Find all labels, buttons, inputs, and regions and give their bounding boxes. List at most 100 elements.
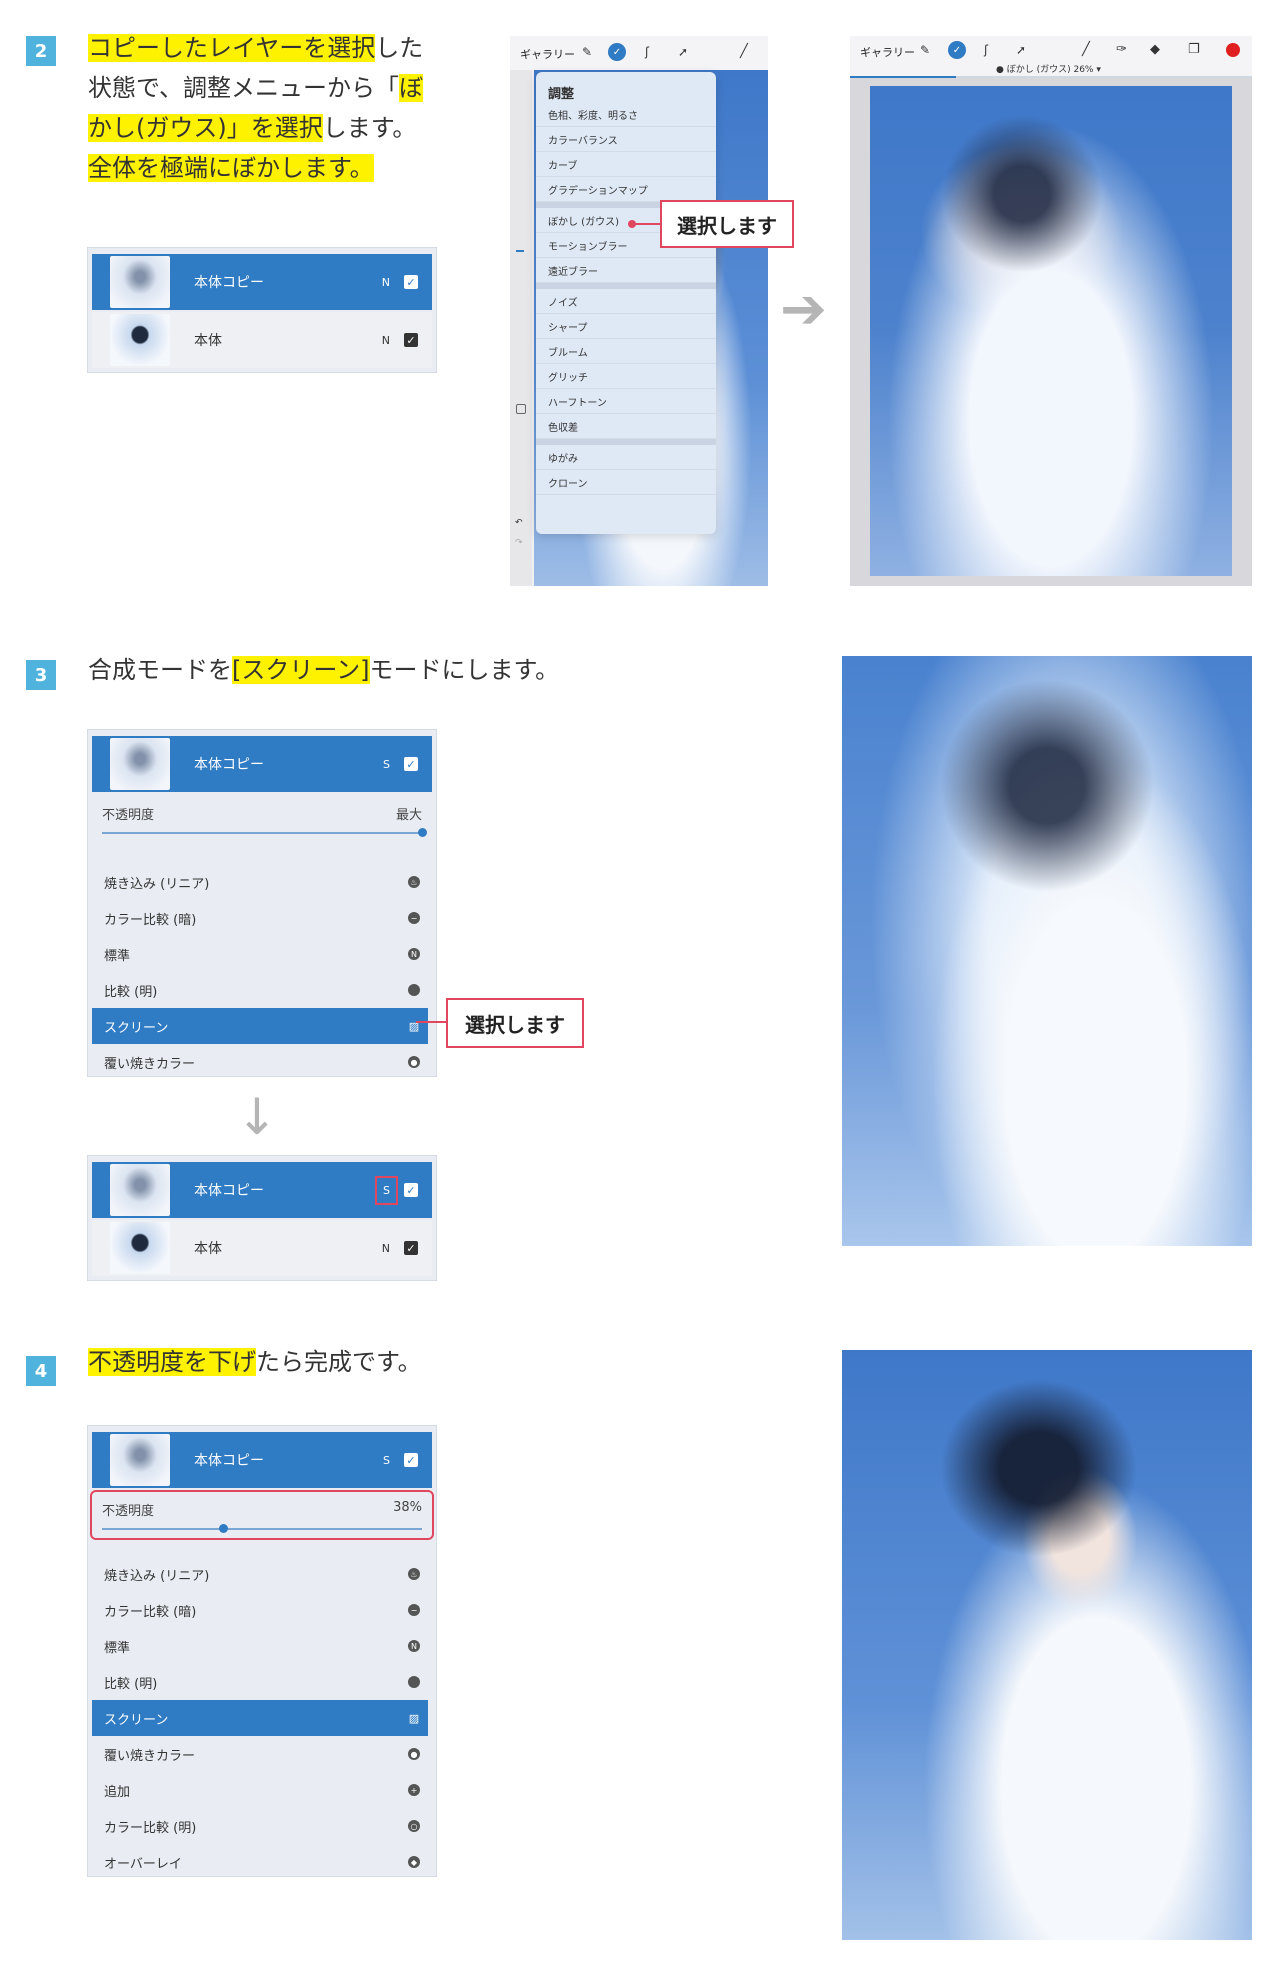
menu-item[interactable]: ハーフトーン xyxy=(536,389,716,414)
menu-item[interactable]: グリッチ xyxy=(536,364,716,389)
wrench-icon[interactable]: ✎ xyxy=(582,45,592,59)
gallery-link[interactable]: ギャラリー xyxy=(860,44,915,60)
blend-mode-item[interactable]: 焼き込み (リニア) ♨ xyxy=(92,1556,428,1592)
opacity-label: 不透明度 xyxy=(102,1504,155,1519)
blend-mode-indicator[interactable]: S xyxy=(383,1454,390,1467)
visibility-checkbox[interactable]: ✓ xyxy=(404,757,418,771)
menu-item[interactable]: グラデーションマップ xyxy=(536,177,716,202)
redo-icon[interactable]: ↷ xyxy=(515,538,523,548)
blend-mode-indicator[interactable]: N xyxy=(382,1242,390,1255)
visibility-checkbox[interactable]: ✓ xyxy=(404,1241,418,1255)
opacity-slider-knob[interactable] xyxy=(417,828,427,837)
menu-item[interactable]: 色収差 xyxy=(536,414,716,439)
menu-item[interactable]: ブルーム xyxy=(536,339,716,364)
visibility-checkbox[interactable]: ✓ xyxy=(404,275,418,289)
blend-mode-icon xyxy=(408,984,420,996)
blend-mode-icon: ◆ xyxy=(408,1856,420,1868)
menu-item[interactable]: カーブ xyxy=(536,152,716,177)
smudge-icon[interactable]: ✑ xyxy=(1116,42,1127,57)
blend-mode-indicator[interactable]: S xyxy=(383,758,390,771)
blend-mode-label: カラー比較 (暗) xyxy=(104,912,197,928)
adjust-icon[interactable]: ✓ xyxy=(948,41,966,59)
opacity-value: 38% xyxy=(393,1500,422,1515)
blend-mode-icon: − xyxy=(408,1604,420,1616)
menu-group-tools: ゆがみ クローン xyxy=(536,445,716,495)
layer-row-base[interactable]: 本体 N ✓ xyxy=(92,1220,432,1276)
blend-mode-label: カラー比較 (暗) xyxy=(104,1604,197,1620)
blend-mode-item[interactable]: 覆い焼きカラー ● xyxy=(92,1736,428,1772)
opacity-slider-track[interactable] xyxy=(102,832,422,834)
transform-icon[interactable]: ➚ xyxy=(1016,43,1026,57)
blend-mode-icon: − xyxy=(408,912,420,924)
visibility-checkbox[interactable]: ✓ xyxy=(404,333,418,347)
eraser-icon[interactable]: ◆ xyxy=(1150,42,1160,57)
blend-mode-item[interactable]: 標準 N xyxy=(92,936,428,972)
menu-item[interactable]: ノイズ xyxy=(536,289,716,314)
opacity-slider-knob[interactable] xyxy=(219,1524,229,1533)
blend-mode-item[interactable]: スクリーン ▨ xyxy=(92,1008,428,1044)
menu-item[interactable]: シャープ xyxy=(536,314,716,339)
layer-row-copy[interactable]: 本体コピー S ✓ xyxy=(92,736,432,792)
undo-icon[interactable]: ↶ xyxy=(515,518,523,528)
layer-name: 本体コピー xyxy=(194,275,264,291)
illustration-screen-mode xyxy=(842,656,1252,1246)
layer-row-copy[interactable]: 本体コピー S ✓ xyxy=(92,1162,432,1218)
step2-line2-highlight: ぼ xyxy=(399,74,424,102)
blend-mode-item[interactable]: オーバーレイ ◆ xyxy=(92,1844,428,1876)
menu-item[interactable]: カラーバランス xyxy=(536,127,716,152)
menu-item[interactable]: クローン xyxy=(536,470,716,495)
layer-thumbnail xyxy=(110,1164,170,1216)
blend-mode-item[interactable]: 比較 (明) xyxy=(92,1664,428,1700)
step-number-2: 2 xyxy=(26,36,56,66)
blur-slider-fill xyxy=(850,76,956,78)
layer-row-copy[interactable]: 本体コピー N ✓ xyxy=(92,254,432,310)
brush-icon[interactable]: ╱ xyxy=(1082,42,1090,57)
transform-icon[interactable]: ➚ xyxy=(678,45,688,59)
blend-mode-item[interactable]: 覆い焼きカラー ● xyxy=(92,1044,428,1076)
menu-item[interactable]: ゆがみ xyxy=(536,445,716,470)
blend-mode-indicator[interactable]: N xyxy=(382,334,390,347)
canvas-image[interactable] xyxy=(870,86,1232,576)
blend-mode-item[interactable]: カラー比較 (暗) − xyxy=(92,1592,428,1628)
app-screen-blurred: ギャラリー ✎ ✓ ʃ ➚ ╱ ✑ ◆ ❐ ● ぼかし (ガウス) 26% ▾ xyxy=(850,36,1252,586)
color-swatch[interactable] xyxy=(1226,43,1240,57)
blend-mode-item[interactable]: 標準 N xyxy=(92,1628,428,1664)
layer-name: 本体コピー xyxy=(194,1453,264,1469)
adjust-icon[interactable]: ✓ xyxy=(608,43,626,61)
layers-icon[interactable]: ❐ xyxy=(1188,42,1200,57)
step2-line4-highlight: 全体を極端にぼかします。 xyxy=(88,154,374,182)
menu-item[interactable]: 色相、彩度、明るさ xyxy=(536,102,716,127)
selection-icon[interactable]: ʃ xyxy=(984,43,988,57)
visibility-checkbox[interactable]: ✓ xyxy=(404,1453,418,1467)
blend-mode-item[interactable]: 追加 + xyxy=(92,1772,428,1808)
layer-thumbnail xyxy=(110,1222,170,1274)
opacity-slider-track[interactable] xyxy=(102,1528,422,1530)
blend-mode-item[interactable]: スクリーン ▨ xyxy=(92,1700,428,1736)
layer-row-copy[interactable]: 本体コピー S ✓ xyxy=(92,1432,432,1488)
gallery-link[interactable]: ギャラリー xyxy=(520,46,575,62)
size-slider[interactable] xyxy=(516,250,524,252)
wrench-icon[interactable]: ✎ xyxy=(920,43,930,57)
blend-mode-label: 比較 (明) xyxy=(104,1676,158,1692)
blend-mode-icon: ● xyxy=(408,1056,420,1068)
illustration-final xyxy=(842,1350,1252,1940)
visibility-checkbox[interactable]: ✓ xyxy=(404,1183,418,1197)
brush-icon[interactable]: ╱ xyxy=(740,44,748,59)
blend-mode-item[interactable]: 焼き込み (リニア) ♨ xyxy=(92,864,428,900)
modify-button[interactable] xyxy=(516,404,526,414)
blend-mode-icon: ♨ xyxy=(408,1568,420,1580)
opacity-control: 不透明度 最大 xyxy=(92,796,432,842)
blend-mode-indicator[interactable]: S xyxy=(375,1175,398,1205)
blend-mode-item[interactable]: 比較 (明) xyxy=(92,972,428,1008)
step3-text-highlight: [スクリーン] xyxy=(232,656,370,684)
blend-mode-indicator[interactable]: N xyxy=(382,276,390,289)
step3-text-pre: 合成モードを xyxy=(88,656,232,684)
step3-instructions: 合成モードを[スクリーン]モードにします。 xyxy=(88,650,559,690)
selection-icon[interactable]: ʃ xyxy=(645,45,649,59)
blend-mode-item[interactable]: カラー比較 (暗) − xyxy=(92,900,428,936)
blend-mode-item[interactable]: カラー比較 (明) ○ xyxy=(92,1808,428,1844)
layer-row-base[interactable]: 本体 N ✓ xyxy=(92,312,432,368)
menu-title: 調整 xyxy=(548,87,575,102)
menu-item[interactable]: 遠近ブラー xyxy=(536,258,716,283)
blend-mode-icon: ▨ xyxy=(408,1711,420,1725)
